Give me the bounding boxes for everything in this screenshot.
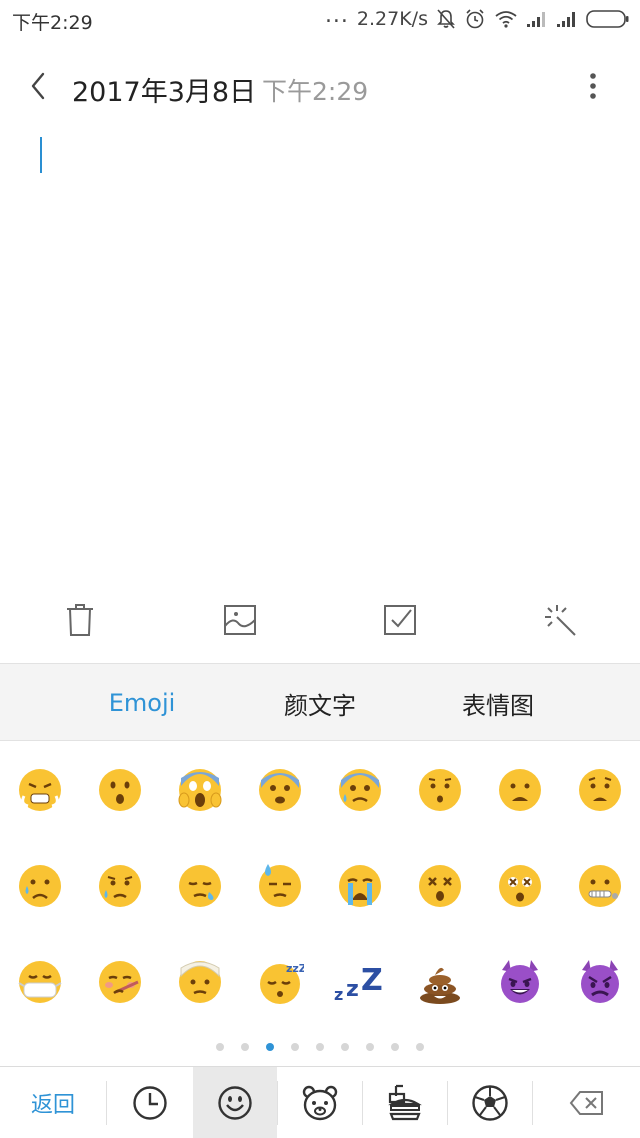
- page-dot: [316, 1043, 324, 1051]
- emoji-key[interactable]: [400, 846, 480, 926]
- category-food[interactable]: [363, 1067, 447, 1138]
- more-button[interactable]: [576, 66, 610, 106]
- page-dot: [416, 1043, 424, 1051]
- tab-kaomoji[interactable]: 颜文字: [232, 664, 408, 742]
- page-dot: [366, 1043, 374, 1051]
- emoji-key[interactable]: zzZ: [320, 942, 400, 1022]
- keyboard-bottom-bar: 返回: [0, 1066, 640, 1138]
- tab-sticker[interactable]: 表情图: [410, 664, 586, 742]
- emoji-key[interactable]: [560, 750, 640, 830]
- checkbox-icon: [384, 605, 416, 635]
- alarm-icon: [464, 8, 486, 30]
- magic-wand-icon: [545, 605, 576, 636]
- checklist-button[interactable]: [378, 598, 422, 642]
- emoji-key[interactable]: [560, 846, 640, 926]
- emoji-key[interactable]: [0, 750, 80, 830]
- food-icon: [388, 1084, 422, 1121]
- delete-key[interactable]: [533, 1067, 640, 1138]
- return-button[interactable]: 返回: [0, 1067, 106, 1138]
- emoji-key[interactable]: [560, 942, 640, 1022]
- emoji-key[interactable]: [80, 942, 160, 1022]
- emoji-key[interactable]: [400, 942, 480, 1022]
- emoji-keyboard: Emoji 颜文字 表情图 zzZ zzZ 返回: [0, 663, 640, 1138]
- status-time: 下午2:29: [12, 12, 93, 34]
- delete-button[interactable]: [58, 598, 102, 642]
- status-dots: ...: [324, 3, 349, 28]
- emoji-key[interactable]: [160, 846, 240, 926]
- page-dot: [241, 1043, 249, 1051]
- emoji-key[interactable]: [480, 750, 560, 830]
- return-label: 返回: [30, 1093, 75, 1118]
- svg-text:z: z: [346, 977, 359, 1002]
- emoji-key[interactable]: [160, 750, 240, 830]
- emoji-key[interactable]: [240, 750, 320, 830]
- note-header: 2017年3月8日 下午2:29: [0, 56, 640, 118]
- status-right: ... 2.27K/s: [324, 3, 630, 32]
- note-editor[interactable]: [0, 125, 640, 585]
- svg-text:z: z: [334, 985, 343, 1004]
- category-animals[interactable]: [278, 1067, 362, 1138]
- backspace-icon: [569, 1091, 603, 1115]
- emoji-key[interactable]: [80, 750, 160, 830]
- image-icon: [224, 605, 256, 635]
- text-cursor: [40, 137, 42, 173]
- page-dot: [341, 1043, 349, 1051]
- page-dot: [291, 1043, 299, 1051]
- emoji-key[interactable]: [160, 942, 240, 1022]
- keyboard-tabs: Emoji 颜文字 表情图: [0, 663, 640, 741]
- more-vertical-icon: [590, 73, 596, 99]
- network-speed: 2.27K/s: [356, 8, 428, 30]
- page-dot-active: [266, 1043, 274, 1051]
- magic-wand-button[interactable]: [538, 598, 582, 642]
- insert-image-button[interactable]: [218, 598, 262, 642]
- battery-icon: [586, 9, 630, 29]
- page-dot: [391, 1043, 399, 1051]
- emoji-grid: zzZ zzZ: [0, 743, 640, 1033]
- emoji-key[interactable]: [320, 846, 400, 926]
- note-date: 2017年3月8日: [72, 77, 257, 108]
- emoji-key[interactable]: [480, 942, 560, 1022]
- page-indicator: [0, 1040, 640, 1054]
- trash-icon: [67, 604, 93, 636]
- mute-icon: [436, 8, 456, 30]
- wifi-icon: [494, 9, 518, 29]
- emoji-key[interactable]: [240, 846, 320, 926]
- note-time: 下午2:29: [262, 77, 369, 106]
- emoji-key[interactable]: zzZ: [240, 942, 320, 1022]
- smiley-icon: [218, 1086, 252, 1120]
- emoji-key[interactable]: [400, 750, 480, 830]
- svg-text:zzZ: zzZ: [286, 962, 304, 975]
- emoji-key[interactable]: [0, 846, 80, 926]
- category-recent[interactable]: [107, 1067, 192, 1138]
- tab-emoji[interactable]: Emoji: [54, 664, 230, 742]
- status-bar: 下午2:29 ... 2.27K/s: [0, 0, 640, 38]
- signal-icon: [526, 10, 548, 28]
- signal-icon: [556, 10, 578, 28]
- page-dot: [216, 1043, 224, 1051]
- emoji-key[interactable]: [0, 942, 80, 1022]
- clock-icon: [132, 1086, 167, 1120]
- bear-icon: [302, 1085, 338, 1121]
- category-activity[interactable]: [448, 1067, 532, 1138]
- category-smileys[interactable]: [193, 1067, 277, 1138]
- note-toolbar: [0, 590, 640, 650]
- emoji-key[interactable]: [320, 750, 400, 830]
- emoji-key[interactable]: [80, 846, 160, 926]
- chevron-left-icon: [31, 72, 45, 100]
- emoji-key[interactable]: [480, 846, 560, 926]
- svg-text:Z: Z: [361, 963, 383, 998]
- back-button[interactable]: [18, 66, 58, 106]
- soccer-ball-icon: [472, 1085, 508, 1121]
